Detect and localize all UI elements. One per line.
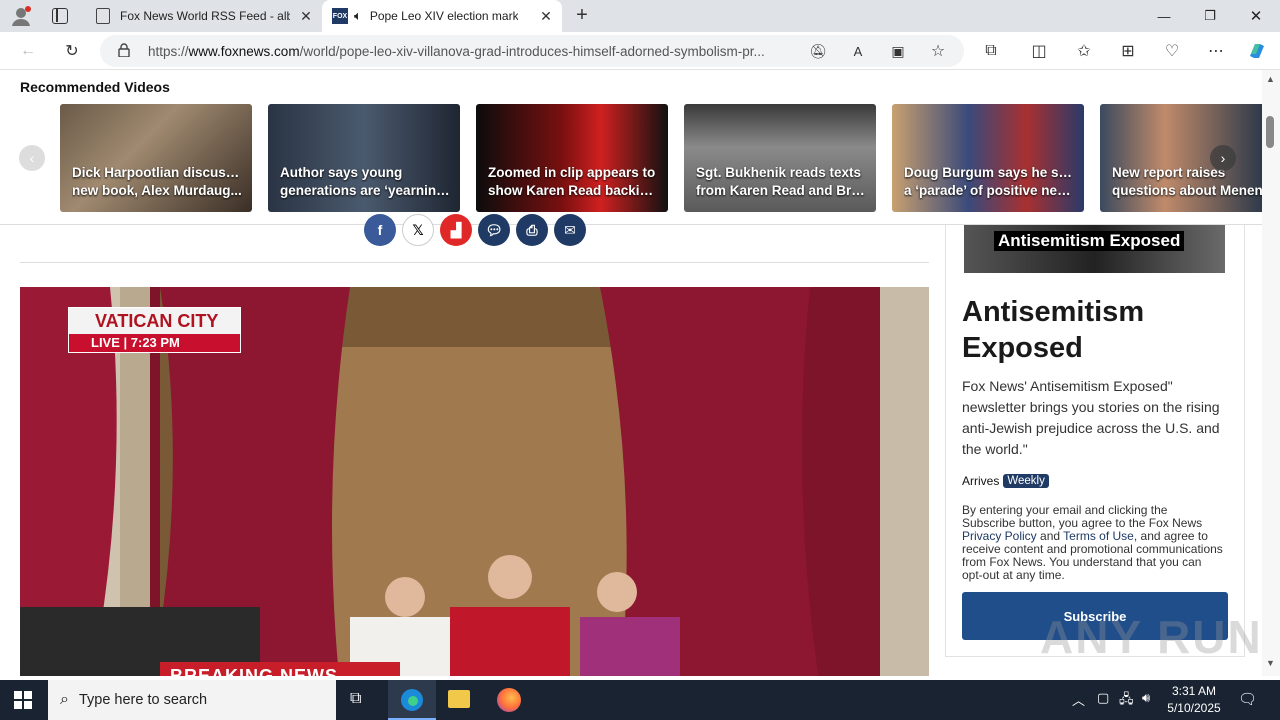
tray-device-icon[interactable]: ▢ (1097, 690, 1109, 706)
collections-icon[interactable]: ⊞ (1116, 39, 1140, 63)
scroll-up-icon[interactable]: ▲ (1266, 74, 1275, 84)
search-placeholder: Type here to search (78, 692, 208, 708)
print-icon[interactable]: ⎙ (516, 214, 548, 246)
privacy-policy-link[interactable]: Privacy Policy (962, 529, 1037, 543)
read-aloud-icon[interactable]: A (846, 39, 870, 63)
scroll-down-icon[interactable]: ▼ (1266, 658, 1275, 668)
back-icon[interactable]: ← (16, 39, 40, 63)
arrives-label: Arrives (962, 474, 1000, 488)
badge-location: VATICAN CITY (69, 308, 240, 334)
newsletter-banner-image: Antisemitism Exposed (964, 225, 1225, 273)
page-icon (96, 8, 110, 24)
copilot-icon[interactable] (1245, 39, 1269, 63)
taskbar-search[interactable]: ⌕ Type here to search (48, 680, 336, 720)
banner-text: Antisemitism Exposed (994, 231, 1185, 251)
comments-icon[interactable]: 💬︎ (478, 214, 510, 246)
windows-start-icon[interactable] (14, 691, 32, 709)
video-card[interactable]: Zoomed in clip appears to show Karen Read… (476, 104, 668, 212)
email-share-icon[interactable]: ✉ (554, 214, 586, 246)
tab-actions-icon[interactable] (52, 8, 68, 24)
new-tab-button[interactable]: + (570, 4, 594, 28)
split-screen-icon[interactable]: ◫ (1027, 39, 1051, 63)
badge-live-time: LIVE | 7:23 PM (69, 334, 240, 352)
settings-more-icon[interactable]: ⋯ (1204, 39, 1228, 63)
video-card[interactable]: Author says young generations are ‘yearni… (268, 104, 460, 212)
clock-time: 3:31 AM (1171, 684, 1217, 698)
immersive-reader-icon[interactable]: ▣ (886, 39, 910, 63)
page-scrollbar[interactable]: ▲ ▼ (1262, 70, 1280, 676)
favorites-icon[interactable]: ✩ (1072, 39, 1096, 63)
lock-icon[interactable] (118, 43, 130, 58)
carousel-next-button[interactable]: › (1210, 145, 1236, 171)
url-text: https://www.foxnews.com/world/pope-leo-x… (148, 44, 765, 59)
favorite-star-icon[interactable]: ☆ (926, 39, 950, 63)
fox-news-favicon: FOX (332, 8, 348, 24)
speaker-icon[interactable]: 🔈︎ (354, 8, 362, 24)
clock-date: 5/10/2025 (1167, 701, 1221, 715)
video-caption: Zoomed in clip appears to show Karen Read… (488, 165, 660, 198)
vatican-city-badge: VATICAN CITY LIVE | 7:23 PM (68, 307, 241, 353)
web-page: Recommended Videos Dick Harpootlian disc… (0, 70, 1262, 676)
tab-fox-rss[interactable]: Fox News World RSS Feed - albe ✕ (86, 0, 322, 32)
notifications-icon[interactable]: 🗨︎ (1238, 690, 1257, 708)
share-divider (20, 262, 929, 263)
tab-label: Fox News World RSS Feed - albe (120, 9, 290, 23)
firefox-icon[interactable] (497, 688, 521, 712)
tab-label: Pope Leo XIV election mark (369, 9, 518, 23)
close-window-button[interactable]: ✕ (1233, 0, 1279, 32)
search-icon: ⌕ (60, 691, 69, 708)
scrollbar-thumb[interactable] (1266, 116, 1274, 148)
article-hero-image[interactable]: VATICAN CITY LIVE | 7:23 PM BREAKING NEW… (20, 287, 929, 676)
video-card[interactable]: Dick Harpootlian discusses new book, Alex… (60, 104, 252, 212)
edge-taskbar-icon[interactable] (388, 680, 436, 720)
carousel-prev-button[interactable]: ‹ (19, 145, 45, 171)
windows-taskbar: ⌕ Type here to search ⧉ ︿ ▢ 🖧︎ 🔊︎ 3:31 A… (0, 680, 1280, 720)
facebook-share-icon[interactable]: f (364, 214, 396, 246)
minimize-button[interactable]: — (1141, 0, 1187, 32)
tracking-blocked-icon[interactable]: 🔕︎ (806, 39, 830, 63)
video-caption: Sgt. Bukhenik reads texts from Karen Read… (696, 165, 868, 198)
video-card[interactable]: Doug Burgum says he sees a ‘parade’ of po… (892, 104, 1084, 212)
volume-icon[interactable]: 🔊︎ (1142, 690, 1150, 706)
newsletter-title: Antisemitism Exposed (962, 296, 1145, 364)
file-explorer-icon[interactable] (448, 690, 470, 708)
performance-icon[interactable]: ♡ (1160, 39, 1184, 63)
terms-of-use-link[interactable]: Terms of Use (1063, 529, 1134, 543)
tray-overflow-icon[interactable]: ︿ (1072, 690, 1085, 709)
recommended-videos-title: Recommended Videos (20, 79, 170, 95)
video-caption: Author says young generations are ‘yearni… (280, 165, 452, 198)
anyrun-watermark: ANY RUN (1040, 611, 1262, 663)
profile-icon[interactable] (10, 5, 32, 27)
video-card[interactable]: New report raisesquestions about Menend.… (1100, 104, 1262, 212)
video-caption: Doug Burgum says he sees a ‘parade’ of po… (904, 165, 1076, 198)
breaking-news-banner: BREAKING NEWS (170, 666, 339, 676)
x-share-icon[interactable]: 𝕏 (402, 214, 434, 246)
newsletter-arrives: Arrives Weekly (962, 474, 1049, 488)
network-icon[interactable]: 🖧︎ (1119, 690, 1134, 712)
refresh-icon[interactable]: ↻ (60, 39, 84, 63)
taskbar-clock[interactable]: 3:31 AM 5/10/2025 (1164, 683, 1224, 717)
flipboard-share-icon[interactable]: ▟ (440, 214, 472, 246)
tab-strip: Fox News World RSS Feed - albe ✕ FOX 🔈︎ … (0, 0, 1280, 32)
browser-toolbar: ← ↻ https://www.foxnews.com/world/pope-l… (0, 32, 1280, 70)
video-card[interactable]: Sgt. Bukhenik reads texts from Karen Read… (684, 104, 876, 212)
newsletter-legal-text: By entering your email and clicking the … (962, 503, 1223, 582)
tab-close-icon[interactable]: ✕ (538, 8, 554, 24)
address-bar[interactable]: https://www.foxnews.com/world/pope-leo-x… (100, 35, 964, 67)
video-caption: Dick Harpootlian discusses new book, Alex… (72, 165, 244, 198)
video-caption: New report raisesquestions about Menend.… (1112, 165, 1262, 198)
task-view-icon[interactable]: ⧉ (350, 690, 361, 708)
tab-pope-leo[interactable]: FOX 🔈︎ Pope Leo XIV election mark ✕ (322, 0, 562, 32)
newsletter-description: Fox News' Antisemitism Exposed" newslett… (962, 378, 1220, 457)
frequency-badge: Weekly (1003, 474, 1049, 488)
extensions-icon[interactable]: ⧉ (979, 39, 1003, 63)
restore-button[interactable]: ❐ (1187, 0, 1233, 32)
tab-close-icon[interactable]: ✕ (298, 8, 314, 24)
